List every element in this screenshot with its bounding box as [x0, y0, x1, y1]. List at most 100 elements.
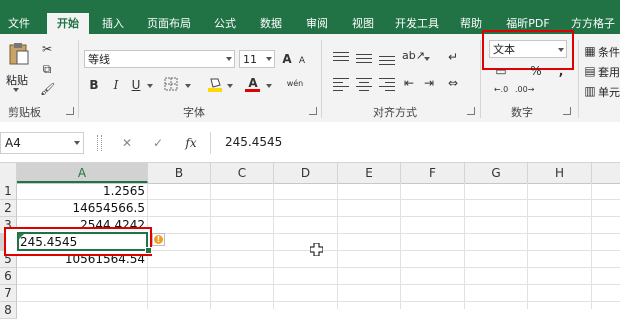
tab-formulas[interactable]: 公式	[206, 13, 244, 34]
bold-button[interactable]: B	[88, 78, 100, 92]
warning-icon: !	[154, 235, 163, 244]
paste-dropdown-icon[interactable]	[13, 88, 19, 92]
gridline	[210, 183, 211, 309]
decrease-indent-icon[interactable]: ⇤	[402, 76, 416, 90]
increase-decimal-icon[interactable]: ←.0	[492, 83, 510, 97]
ribbon-tab-bar: 文件 开始 插入 页面布局 公式 数据 审阅 视图 开发工具 帮助 福昕PDF …	[0, 0, 620, 34]
format-painter-icon[interactable]: 🖌	[40, 82, 55, 96]
font-color-button[interactable]: A	[246, 76, 260, 90]
top-align-icon[interactable]	[333, 52, 349, 64]
phonetic-guide-button[interactable]: wén	[284, 77, 306, 91]
borders-icon[interactable]	[163, 77, 179, 94]
alignment-launcher-icon[interactable]	[467, 107, 475, 115]
italic-button[interactable]: I	[110, 78, 122, 92]
name-box-chevron-icon[interactable]	[74, 141, 80, 145]
percent-button[interactable]: %	[529, 64, 543, 78]
decrease-decimal-icon[interactable]: .00→	[515, 83, 534, 97]
ribbon-divider	[78, 40, 79, 118]
column-header-f[interactable]: F	[401, 163, 465, 183]
column-header-c[interactable]: C	[211, 163, 274, 183]
row-header-6[interactable]: 6	[0, 268, 17, 285]
cancel-icon[interactable]: ✕	[120, 136, 134, 150]
fill-color-icon[interactable]	[208, 76, 222, 95]
font-name-dropdown[interactable]: 等线	[84, 50, 235, 68]
tab-page-layout[interactable]: 页面布局	[140, 13, 198, 34]
font-launcher-icon[interactable]	[309, 107, 317, 115]
cut-icon[interactable]: ✂	[40, 42, 54, 56]
number-launcher-icon[interactable]	[563, 107, 571, 115]
tab-view[interactable]: 视图	[344, 13, 382, 34]
column-header-e[interactable]: E	[338, 163, 401, 183]
shrink-font-button[interactable]: A	[297, 54, 307, 68]
name-box[interactable]: A4	[0, 132, 84, 154]
middle-align-icon[interactable]	[356, 52, 372, 64]
tab-developer[interactable]: 开发工具	[388, 13, 446, 34]
tab-insert[interactable]: 插入	[94, 13, 132, 34]
row-header-1[interactable]: 1	[0, 183, 17, 200]
align-right-icon[interactable]	[379, 78, 395, 91]
gridline	[527, 183, 528, 309]
copy-icon[interactable]: ⧉	[40, 62, 54, 76]
gridline	[591, 183, 592, 309]
gridline	[17, 267, 620, 268]
align-center-icon[interactable]	[356, 78, 372, 91]
row-header-7[interactable]: 7	[0, 285, 17, 302]
formula-value: 245.4545	[225, 135, 283, 149]
column-header-d[interactable]: D	[274, 163, 338, 183]
gridline	[400, 183, 401, 309]
gridline	[17, 284, 620, 285]
orientation-chevron-icon[interactable]	[424, 57, 430, 61]
underline-button[interactable]: U	[130, 78, 142, 92]
tab-review[interactable]: 审阅	[298, 13, 336, 34]
column-header-bar: A B C D E F G H	[0, 163, 620, 184]
enter-check-icon[interactable]: ✓	[151, 136, 165, 150]
formula-bar: A4 ✕ ✓ fx 245.4545	[0, 122, 620, 163]
cell-styles-button[interactable]: 单元	[598, 84, 620, 100]
comma-button[interactable]: ,	[556, 64, 566, 78]
fill-handle[interactable]	[145, 247, 152, 254]
conditional-formatting-button[interactable]: 条件	[598, 44, 620, 60]
tab-home[interactable]: 开始	[47, 13, 89, 34]
column-header-h[interactable]: H	[528, 163, 592, 183]
number-group-label: 数字	[511, 106, 533, 119]
cell-a2[interactable]: 14654566.5	[17, 200, 145, 216]
cell-a4: 245.4545	[20, 235, 78, 249]
format-as-table-icon[interactable]: ▤	[584, 64, 596, 78]
insert-function-button[interactable]: fx	[183, 136, 199, 150]
format-as-table-button[interactable]: 套用	[598, 64, 620, 80]
font-color-chevron-icon[interactable]	[266, 84, 272, 88]
increase-indent-icon[interactable]: ⇥	[422, 76, 436, 90]
alignment-group-label: 对齐方式	[373, 106, 417, 119]
active-cell-a4[interactable]: 245.4545	[17, 232, 148, 251]
font-group-label: 字体	[183, 106, 205, 119]
paste-button[interactable]: 粘贴	[6, 72, 28, 88]
paste-icon[interactable]	[8, 42, 30, 66]
select-all-corner[interactable]	[0, 163, 17, 183]
conditional-formatting-icon[interactable]: ▦	[584, 44, 596, 58]
cell-a1[interactable]: 1.2565	[17, 183, 145, 199]
cell-styles-icon[interactable]: ▥	[584, 84, 596, 98]
clipboard-launcher-icon[interactable]	[66, 107, 74, 115]
column-header-g[interactable]: G	[465, 163, 528, 183]
grow-font-button[interactable]: A	[281, 52, 293, 66]
borders-chevron-icon[interactable]	[185, 84, 191, 88]
tab-data[interactable]: 数据	[252, 13, 290, 34]
font-name-chevron-icon	[226, 57, 232, 61]
column-header-a[interactable]: A	[17, 163, 148, 183]
error-check-button[interactable]: !	[152, 233, 165, 246]
merge-center-icon[interactable]: ⇔	[446, 76, 460, 90]
formula-input[interactable]: 245.4545	[210, 132, 620, 154]
accounting-format-icon[interactable]: ▭	[494, 64, 508, 78]
align-left-icon[interactable]	[333, 78, 349, 91]
orientation-icon[interactable]: ab↗	[402, 49, 425, 63]
column-header-b[interactable]: B	[148, 163, 211, 183]
bottom-align-icon[interactable]	[379, 52, 395, 65]
tab-file[interactable]: 文件	[0, 13, 38, 34]
fill-color-chevron-icon[interactable]	[227, 84, 233, 88]
wrap-text-icon[interactable]: ↵	[446, 50, 460, 64]
formula-bar-grip[interactable]	[97, 135, 102, 151]
underline-chevron-icon[interactable]	[147, 84, 153, 88]
row-header-8[interactable]: 8	[0, 302, 17, 319]
tab-fangfang[interactable]: 方方格子	[566, 13, 620, 34]
row-header-2[interactable]: 2	[0, 200, 17, 217]
